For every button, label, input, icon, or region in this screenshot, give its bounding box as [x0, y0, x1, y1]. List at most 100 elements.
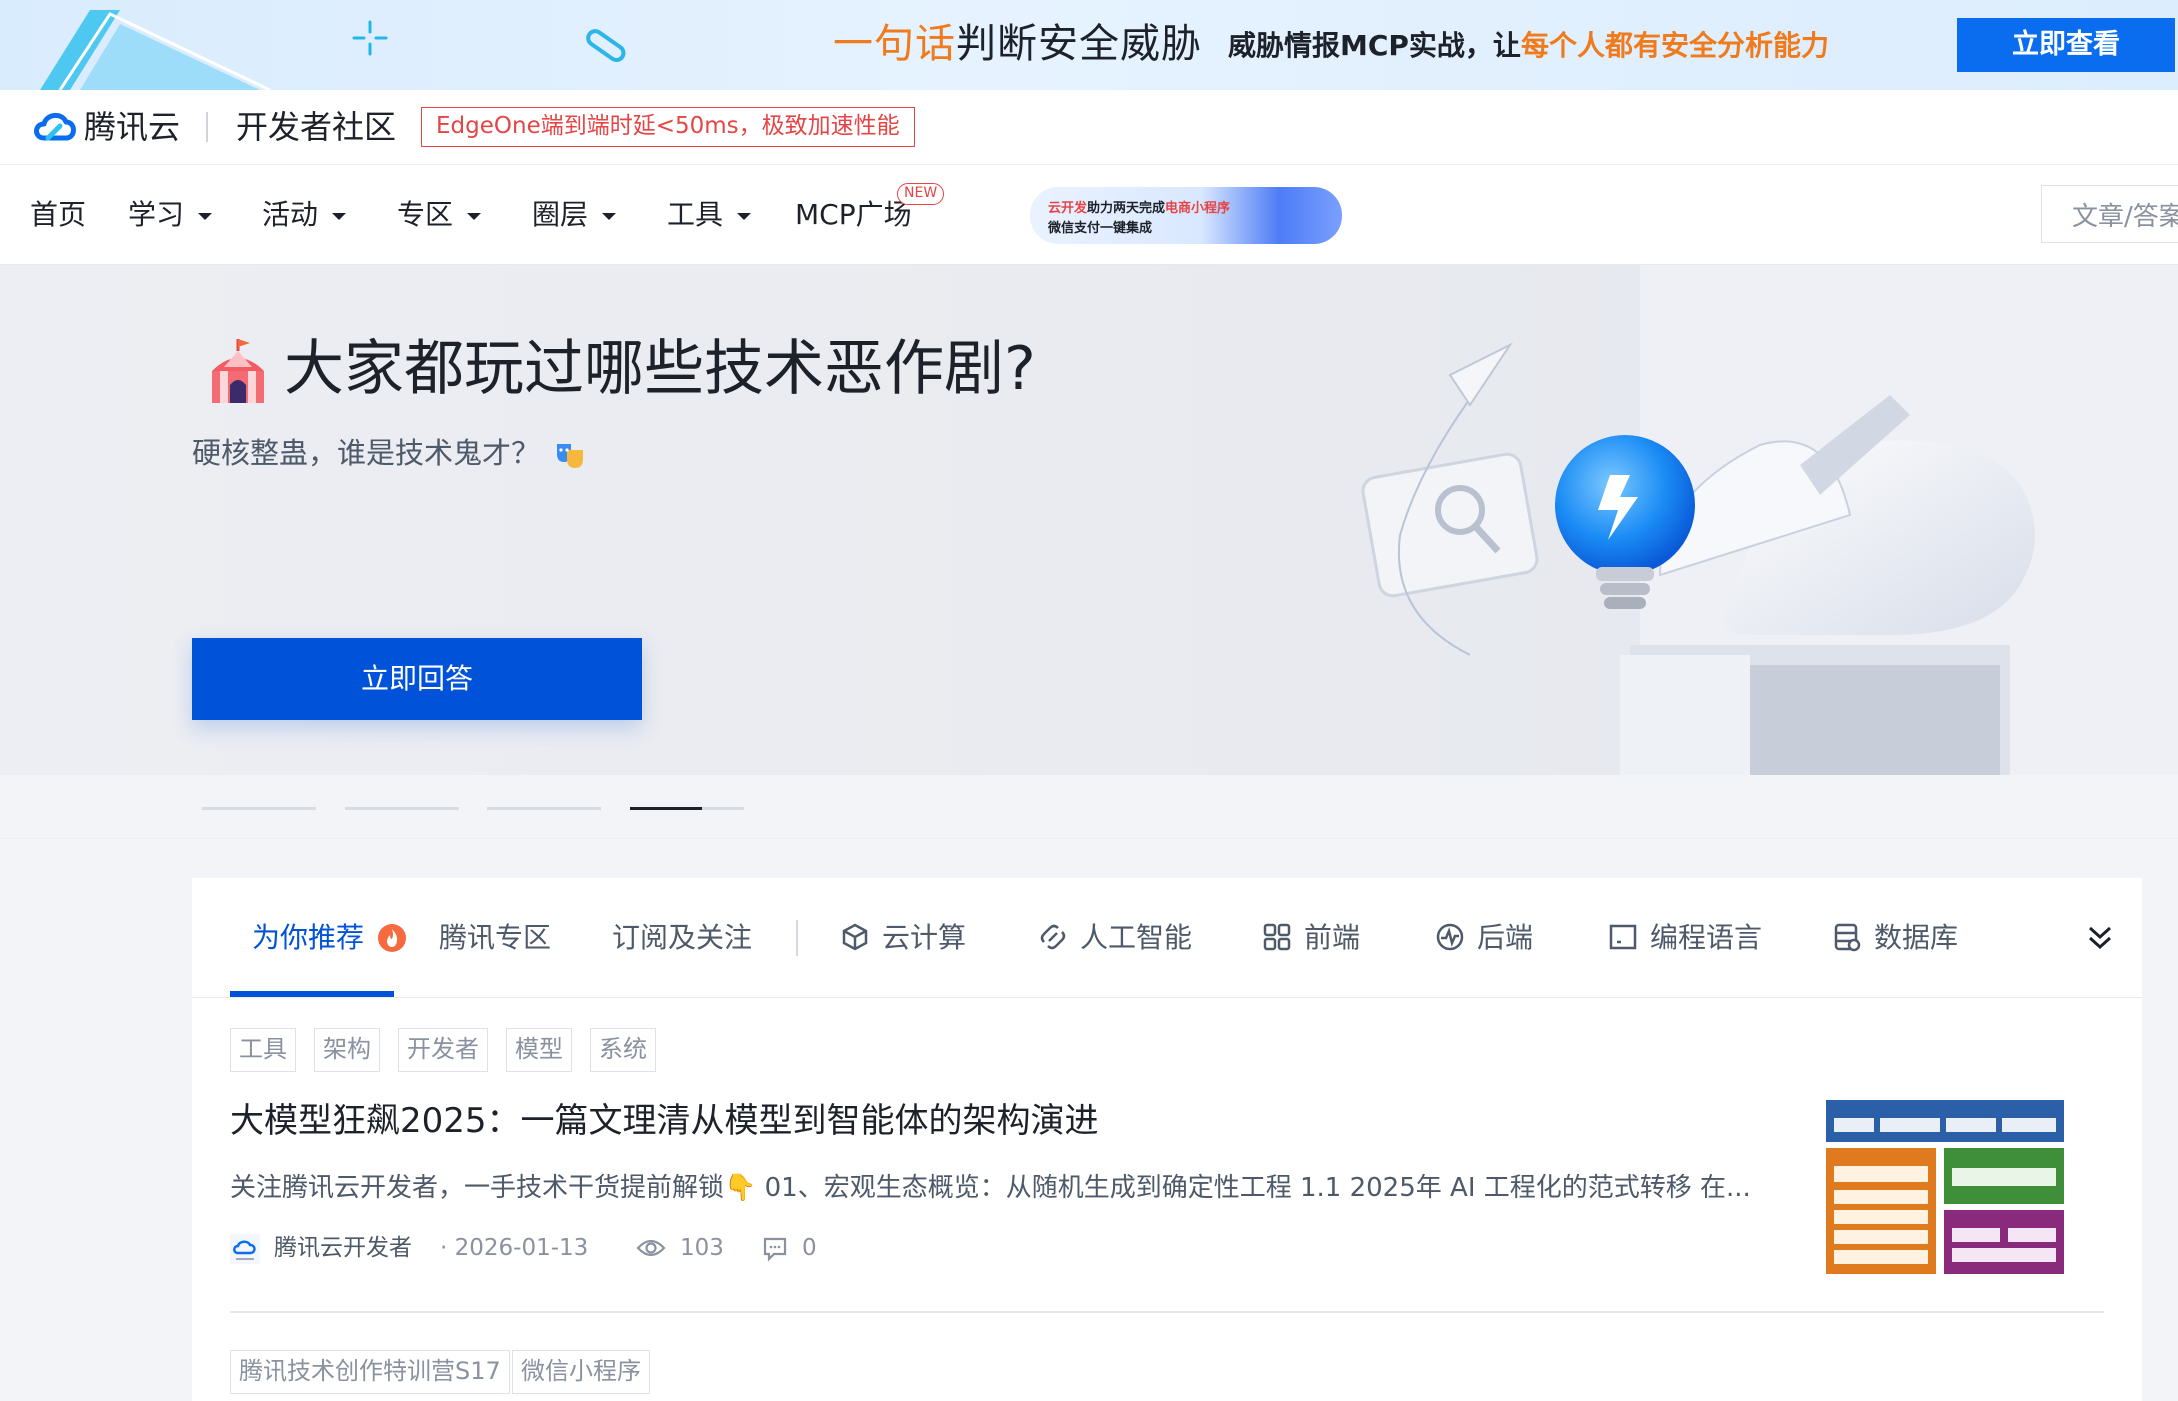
expand-tabs-icon[interactable]: [2085, 922, 2115, 954]
article-feed: 为你推荐 腾讯专区 订阅及关注 云计算 人工智能 前端 后端 编程语言 数据库 …: [192, 878, 2142, 1401]
author-name[interactable]: 腾讯云开发者: [274, 1228, 412, 1268]
pill-icon: [586, 29, 626, 63]
carousel-indicator[interactable]: [202, 807, 316, 810]
carousel-indicator[interactable]: [487, 807, 601, 810]
publish-date: · 2026-01-13: [440, 1235, 589, 1261]
code-icon: [1609, 924, 1637, 950]
nav-item-label: 活动: [262, 198, 319, 231]
tab-label: 前端: [1304, 921, 1361, 954]
tab-tencent-zone[interactable]: 腾讯专区: [439, 918, 551, 958]
promo-sub-highlight: 每个人都有安全分析能力: [1520, 29, 1829, 62]
mini-banner-highlight: 电商小程序: [1165, 201, 1231, 216]
ai-icon: [1040, 924, 1066, 950]
cube-icon: [842, 923, 868, 951]
nav-item-home[interactable]: 首页: [30, 195, 86, 235]
theater-mask-icon: [557, 444, 584, 468]
hero-title-text: 大家都玩过哪些技术恶作剧?: [284, 334, 1036, 404]
nav-item-label: 专区: [397, 198, 454, 231]
database-icon: [1834, 923, 1861, 952]
edgeone-notice-link[interactable]: EdgeOne端到端时延<50ms，极致加速性能: [421, 107, 915, 147]
views-icon: [636, 1239, 666, 1257]
tab-label: 为你推荐: [252, 921, 365, 954]
nav-item-mcp[interactable]: MCP广场: [795, 195, 912, 235]
hero-carousel[interactable]: 大家都玩过哪些技术恶作剧? 硬核整蛊，谁是技术鬼才？ 立即回答: [0, 265, 2178, 775]
nav-item-label: 工具: [667, 198, 724, 231]
chevron-down-icon: [737, 212, 752, 220]
nav-item-label: 首页: [30, 198, 87, 231]
article-tag[interactable]: 架构: [314, 1028, 380, 1072]
carousel-indicators: [0, 775, 2178, 839]
article-tag[interactable]: 系统: [590, 1028, 656, 1072]
nav-item-label: 学习: [128, 198, 185, 231]
article-summary[interactable]: 关注腾讯云开发者，一手技术干货提前解锁👇 01、宏观生态概览：从随机生成到确定性…: [230, 1168, 1950, 1208]
hero-title: 大家都玩过哪些技术恶作剧?: [284, 329, 1036, 409]
promo-headline-highlight: 一句话: [833, 21, 956, 67]
tab-label: 数据库: [1874, 921, 1959, 954]
carousel-indicator[interactable]: [345, 807, 459, 810]
active-tab-underline: [230, 991, 394, 997]
tab-programming[interactable]: 编程语言: [1608, 918, 1762, 958]
carousel-indicator-active[interactable]: [630, 807, 744, 810]
mini-banner-line1: 云开发助力两天完成电商小程序: [1048, 197, 1230, 216]
answer-now-button[interactable]: 立即回答: [192, 638, 642, 720]
article-title[interactable]: 大模型狂飙2025：一篇文理清从模型到智能体的架构演进: [230, 1096, 1099, 1146]
feed-tabs: 为你推荐 腾讯专区 订阅及关注 云计算 人工智能 前端 后端 编程语言 数据库: [192, 878, 2142, 998]
hero-subtitle: 硬核整蛊，谁是技术鬼才？: [192, 433, 586, 473]
backend-icon: [1436, 923, 1464, 951]
article-tag[interactable]: 开发者: [398, 1028, 488, 1072]
sparkle-icon: [352, 20, 388, 56]
promo-headline: 一句话判断安全威胁: [833, 18, 1202, 70]
tab-backend[interactable]: 后端: [1435, 918, 1533, 958]
community-title[interactable]: 开发者社区: [236, 106, 396, 148]
tab-frontend[interactable]: 前端: [1262, 918, 1360, 958]
header-divider: [206, 112, 208, 142]
promo-subline: 威胁情报MCP实战，让每个人都有安全分析能力: [1228, 26, 1829, 66]
search-input[interactable]: 文章/答案: [2041, 185, 2178, 243]
article-separator: [230, 1311, 2104, 1313]
circus-tent-icon: [212, 339, 264, 403]
hero-subtitle-text: 硬核整蛊，谁是技术鬼才？: [192, 436, 541, 470]
promo-banner[interactable]: 一句话判断安全威胁 威胁情报MCP实战，让每个人都有安全分析能力 立即查看: [0, 0, 2178, 90]
tencent-cloud-logo-icon[interactable]: [30, 108, 78, 146]
carousel-progress-fill: [630, 807, 702, 810]
tab-database[interactable]: 数据库: [1832, 918, 1958, 958]
nav-item-activity[interactable]: 活动: [262, 195, 347, 235]
promo-sub-text: 威胁情报MCP实战，让: [1228, 29, 1521, 62]
site-header: 腾讯云 开发者社区 EdgeOne端到端时延<50ms，极致加速性能: [0, 90, 2178, 165]
nav-item-tools[interactable]: 工具: [667, 195, 752, 235]
tab-label: 订阅及关注: [612, 921, 753, 954]
article-tag[interactable]: 微信小程序: [512, 1350, 650, 1394]
tab-label: 云计算: [882, 921, 967, 954]
article-thumbnail[interactable]: [1824, 1098, 2066, 1278]
promo-view-button[interactable]: 立即查看: [1957, 18, 2175, 72]
article-tag[interactable]: 工具: [230, 1028, 296, 1072]
new-badge: NEW: [897, 183, 945, 205]
main-nav: 首页 学习 活动 专区 圈层 工具 MCP广场 NEW 云开发助力两天完成电商小…: [0, 165, 2178, 265]
article-tag[interactable]: 模型: [506, 1028, 572, 1072]
views-count: 103: [680, 1235, 724, 1261]
decorative-shape-icon: [40, 10, 271, 90]
tab-recommended[interactable]: 为你推荐: [252, 918, 407, 958]
nav-item-label: MCP广场: [795, 198, 912, 231]
tab-subscriptions[interactable]: 订阅及关注: [612, 918, 752, 958]
tab-label: 编程语言: [1650, 921, 1763, 954]
tab-cloud-computing[interactable]: 云计算: [840, 918, 966, 958]
tab-separator: [796, 920, 798, 956]
mini-banner-text: 助力两天完成: [1087, 201, 1166, 216]
nav-item-zone[interactable]: 专区: [397, 195, 482, 235]
tab-ai[interactable]: 人工智能: [1038, 918, 1192, 958]
nav-item-learn[interactable]: 学习: [128, 195, 213, 235]
frontend-icon: [1263, 923, 1291, 951]
mini-banner-line2: 微信支付一键集成: [1048, 221, 1153, 236]
tab-label: 人工智能: [1080, 921, 1193, 954]
chevron-down-icon: [332, 212, 347, 220]
nav-item-circle[interactable]: 圈层: [532, 195, 617, 235]
comments-count: 0: [802, 1235, 817, 1261]
article-tag[interactable]: 腾讯技术创作特训营S17: [230, 1350, 510, 1394]
author-avatar[interactable]: [230, 1234, 260, 1264]
comment-icon[interactable]: [762, 1236, 788, 1262]
tab-label: 腾讯专区: [439, 921, 552, 954]
cloud-dev-mini-banner[interactable]: 云开发助力两天完成电商小程序 微信支付一键集成: [1030, 187, 1342, 244]
logo-text[interactable]: 腾讯云: [84, 106, 180, 148]
chevron-down-icon: [467, 212, 482, 220]
